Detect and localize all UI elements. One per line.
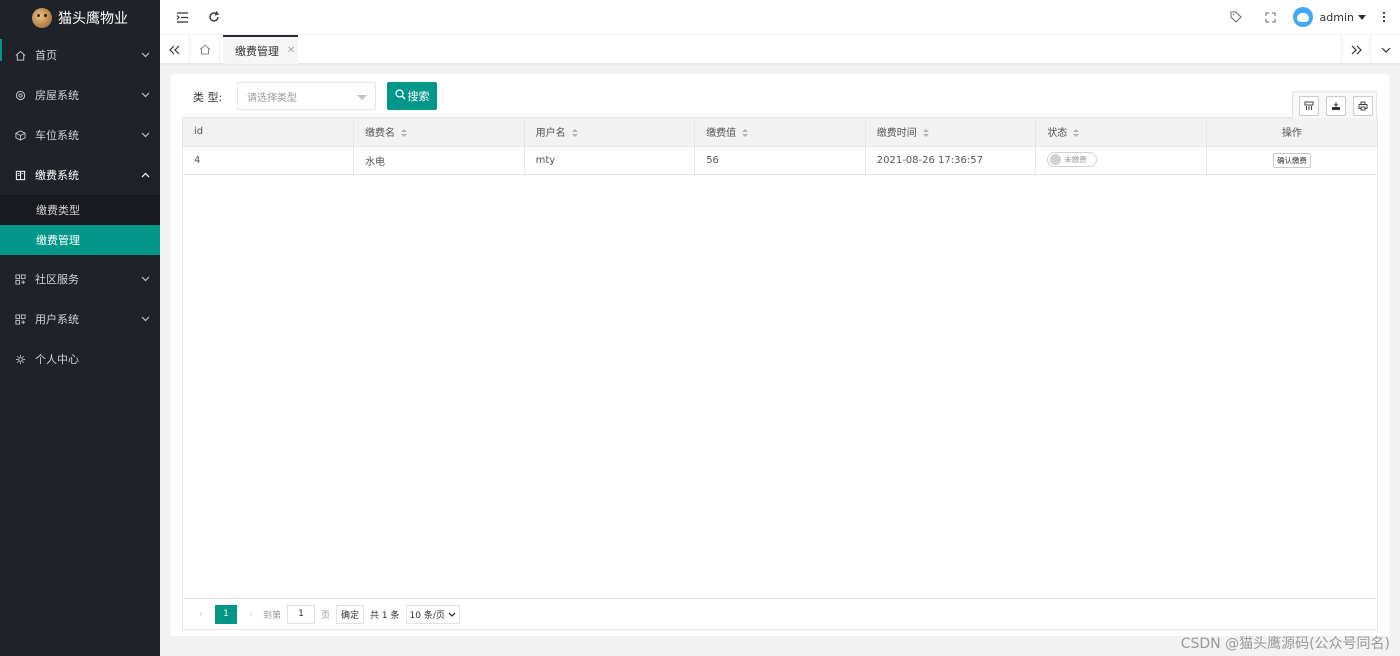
tab-payment-management[interactable]: 缴费管理 ✕ xyxy=(223,35,298,64)
settings-icon xyxy=(14,89,26,101)
main-panel: 类 型: 请选择类型 搜索 id 缴费名 用户名 缴费值 缴费时间 状态 操作 … xyxy=(171,74,1389,636)
menu-fold-icon[interactable] xyxy=(174,9,190,25)
grid-icon xyxy=(14,313,26,325)
search-icon xyxy=(394,89,406,103)
refresh-icon[interactable] xyxy=(206,9,222,25)
prev-page-icon[interactable]: ‹ xyxy=(195,609,207,620)
watermark: CSDN @猫头鹰源码(公众号同名) xyxy=(1180,636,1390,652)
sort-icon xyxy=(401,129,408,138)
cell-value: 56 xyxy=(694,146,866,175)
fullscreen-icon[interactable] xyxy=(1262,9,1278,25)
caret-down-icon xyxy=(357,95,367,100)
table-header-row: id 缴费名 用户名 缴费值 缴费时间 状态 操作 xyxy=(183,118,1377,147)
chevron-down-icon xyxy=(140,50,150,60)
owl-logo-icon xyxy=(32,7,52,28)
column-header-id[interactable]: id xyxy=(183,118,355,147)
goto-page-input[interactable]: 1 xyxy=(287,604,316,624)
home-icon xyxy=(14,49,26,61)
status-toggle[interactable]: 未缴费 xyxy=(1047,152,1098,167)
sidebar-item-users[interactable]: 用户系统 xyxy=(0,299,160,339)
type-filter-label: 类 型: xyxy=(193,91,223,104)
sort-icon xyxy=(922,129,929,138)
table-toolbar xyxy=(1292,91,1377,118)
column-header-name[interactable]: 缴费名 xyxy=(353,118,525,147)
sort-icon xyxy=(742,129,749,138)
avatar xyxy=(1292,7,1313,27)
goto-label: 到第 xyxy=(263,610,282,621)
app-title: 猫头鹰物业 xyxy=(58,10,128,27)
columns-filter-icon[interactable] xyxy=(1299,96,1319,116)
toggle-knob xyxy=(1050,154,1062,165)
cell-time: 2021-08-26 17:36:57 xyxy=(865,146,1037,175)
type-select[interactable]: 请选择类型 xyxy=(237,82,376,110)
sidebar-item-home[interactable]: 首页 xyxy=(0,35,160,75)
chevron-up-icon xyxy=(140,170,150,180)
sidebar-item-community[interactable]: 社区服务 xyxy=(0,259,160,299)
print-icon[interactable] xyxy=(1353,96,1373,116)
chevron-down-icon xyxy=(140,274,150,284)
pagination: ‹ 1 › 到第 1 页 确定 共 1 条 10 条/页 xyxy=(183,598,1377,629)
chevron-down-icon xyxy=(448,612,456,617)
page-size-select[interactable]: 10 条/页 xyxy=(405,604,460,624)
total-count: 共 1 条 xyxy=(370,610,400,621)
sidebar-item-profile[interactable]: 个人中心 xyxy=(0,339,160,379)
tabs-scroll-left-icon[interactable] xyxy=(160,35,190,64)
gear-icon xyxy=(14,353,26,365)
sort-icon xyxy=(571,129,578,138)
page-tabs: 缴费管理 ✕ xyxy=(160,35,1400,64)
sidebar-item-payment-management[interactable]: 缴费管理 xyxy=(0,225,160,255)
logo[interactable]: 猫头鹰物业 xyxy=(0,0,160,35)
cell-name: 水电 xyxy=(353,146,525,175)
cell-user: mty xyxy=(524,146,696,175)
cell-status: 未缴费 xyxy=(1035,146,1207,175)
close-icon[interactable]: ✕ xyxy=(287,45,295,56)
tag-icon[interactable] xyxy=(1228,9,1244,25)
top-header: admin xyxy=(160,0,1400,35)
column-header-value[interactable]: 缴费值 xyxy=(694,118,866,147)
tabs-dropdown-icon[interactable] xyxy=(1370,35,1400,64)
sidebar-item-parking[interactable]: 车位系统 xyxy=(0,115,160,155)
username: admin xyxy=(1319,10,1354,24)
chevron-down-icon xyxy=(140,90,150,100)
cell-action: 确认缴费 xyxy=(1206,146,1377,175)
book-icon xyxy=(14,169,26,181)
column-header-action: 操作 xyxy=(1206,118,1377,147)
column-header-time[interactable]: 缴费时间 xyxy=(865,118,1037,147)
payment-submenu: 缴费类型 缴费管理 xyxy=(0,195,160,255)
data-table: id 缴费名 用户名 缴费值 缴费时间 状态 操作 4 水电 mty 56 20… xyxy=(182,91,1378,630)
export-icon[interactable] xyxy=(1326,96,1346,116)
chevron-down-icon xyxy=(140,130,150,140)
sort-icon xyxy=(1073,129,1080,138)
column-header-user[interactable]: 用户名 xyxy=(524,118,696,147)
payment-table: id 缴费名 用户名 缴费值 缴费时间 状态 操作 4 水电 mty 56 20… xyxy=(183,118,1377,175)
goto-confirm-button[interactable]: 确定 xyxy=(336,604,365,624)
page-label: 页 xyxy=(321,610,331,621)
sidebar: 猫头鹰物业 首页 房屋系统 车位系统 缴费系统 缴费类型 缴费管理 社区服务 用… xyxy=(0,0,160,656)
search-button[interactable]: 搜索 xyxy=(387,82,437,110)
sidebar-menu: 首页 房屋系统 车位系统 缴费系统 缴费类型 缴费管理 社区服务 用户系统 个人… xyxy=(0,35,160,379)
next-page-icon[interactable]: › xyxy=(245,609,257,620)
user-menu[interactable]: admin xyxy=(1292,6,1366,28)
caret-down-icon xyxy=(1358,14,1366,20)
table-row: 4 水电 mty 56 2021-08-26 17:36:57 未缴费 确认缴费 xyxy=(183,146,1377,175)
grid-icon xyxy=(14,273,26,285)
confirm-payment-button[interactable]: 确认缴费 xyxy=(1272,152,1311,168)
more-vertical-icon[interactable] xyxy=(1376,9,1392,25)
cell-id: 4 xyxy=(183,146,355,175)
sidebar-item-payment[interactable]: 缴费系统 xyxy=(0,155,160,195)
cube-icon xyxy=(14,129,26,141)
tabs-scroll-right-icon[interactable] xyxy=(1341,35,1371,64)
home-tab-icon[interactable] xyxy=(190,35,220,64)
current-page[interactable]: 1 xyxy=(215,604,237,624)
column-header-status[interactable]: 状态 xyxy=(1035,118,1207,147)
chevron-down-icon xyxy=(140,314,150,324)
sidebar-item-payment-types[interactable]: 缴费类型 xyxy=(0,195,160,225)
sidebar-item-housing[interactable]: 房屋系统 xyxy=(0,75,160,115)
